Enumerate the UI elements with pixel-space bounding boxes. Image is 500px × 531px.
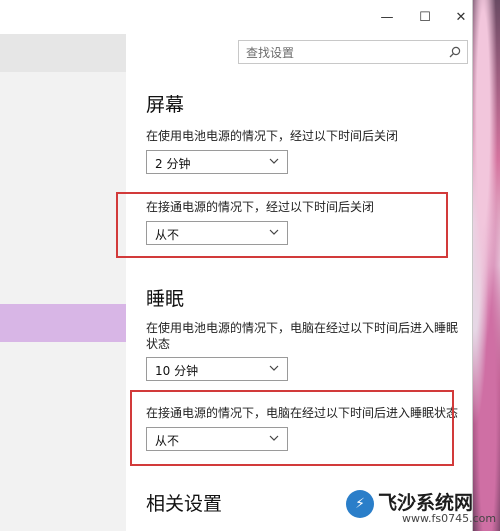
chevron-down-icon: [269, 158, 279, 164]
sidebar-item-power-sleep[interactable]: [0, 304, 126, 342]
settings-window: — ☐ ✕ 查找设置 屏幕 在使用电池电源的情况下，经过以下时间后关闭 2 分钟…: [0, 0, 473, 531]
related-settings-title: 相关设置: [146, 493, 223, 515]
watermark-logo-icon: ⚡: [346, 490, 374, 518]
sidebar: [0, 34, 126, 531]
screen-section-title: 屏幕: [146, 94, 185, 116]
watermark-title: 飞沙系统网: [378, 492, 474, 514]
screen-battery-label: 在使用电池电源的情况下，经过以下时间后关闭: [146, 129, 399, 143]
watermark: ⚡ 飞沙系统网 www.fs0745.com: [346, 488, 496, 528]
screen-battery-dropdown[interactable]: 2 分钟: [146, 150, 288, 174]
screen-battery-value: 2 分钟: [155, 157, 191, 171]
highlight-box-screen: [116, 192, 448, 258]
chevron-down-icon: [269, 365, 279, 371]
sleep-battery-label-line2: 状态: [146, 337, 171, 351]
watermark-url: www.fs0745.com: [402, 512, 497, 525]
sleep-battery-value: 10 分钟: [155, 364, 199, 378]
highlight-box-sleep: [130, 390, 454, 466]
sleep-section-title: 睡眠: [146, 288, 185, 310]
sleep-battery-label-line1: 在使用电池电源的情况下，电脑在经过以下时间后进入睡眠: [146, 321, 459, 335]
sidebar-header: [0, 34, 126, 72]
sleep-battery-dropdown[interactable]: 10 分钟: [146, 357, 288, 381]
